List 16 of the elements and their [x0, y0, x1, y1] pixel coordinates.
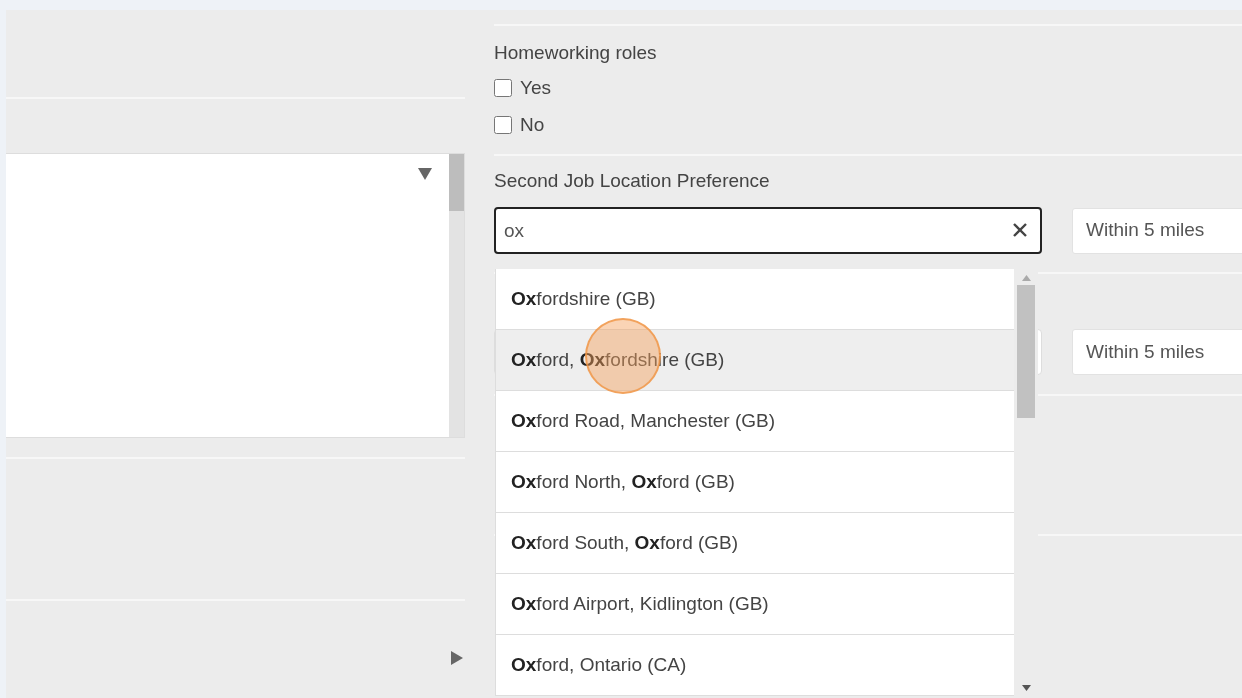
checkbox-label: No — [520, 112, 545, 137]
section-label: Homeworking roles — [494, 42, 658, 64]
scroll-down-icon[interactable] — [1021, 685, 1031, 691]
checkbox[interactable] — [494, 116, 512, 134]
checkbox-label: Yes — [520, 75, 551, 100]
scroll-thumb[interactable] — [1017, 285, 1035, 418]
radius-select[interactable]: Within 5 miles — [1072, 207, 1242, 254]
dropdown-arrow-icon[interactable] — [418, 168, 432, 180]
field-label: Second Job Location Preference — [494, 170, 771, 192]
location-input[interactable]: ox — [494, 207, 1042, 254]
scrollbar[interactable] — [449, 154, 464, 437]
checkbox[interactable] — [494, 79, 512, 97]
expand-arrow-icon[interactable] — [451, 651, 463, 665]
scroll-thumb[interactable] — [449, 154, 464, 211]
close-icon[interactable] — [1013, 223, 1027, 237]
radius-select[interactable]: Within 5 miles — [1072, 329, 1242, 375]
